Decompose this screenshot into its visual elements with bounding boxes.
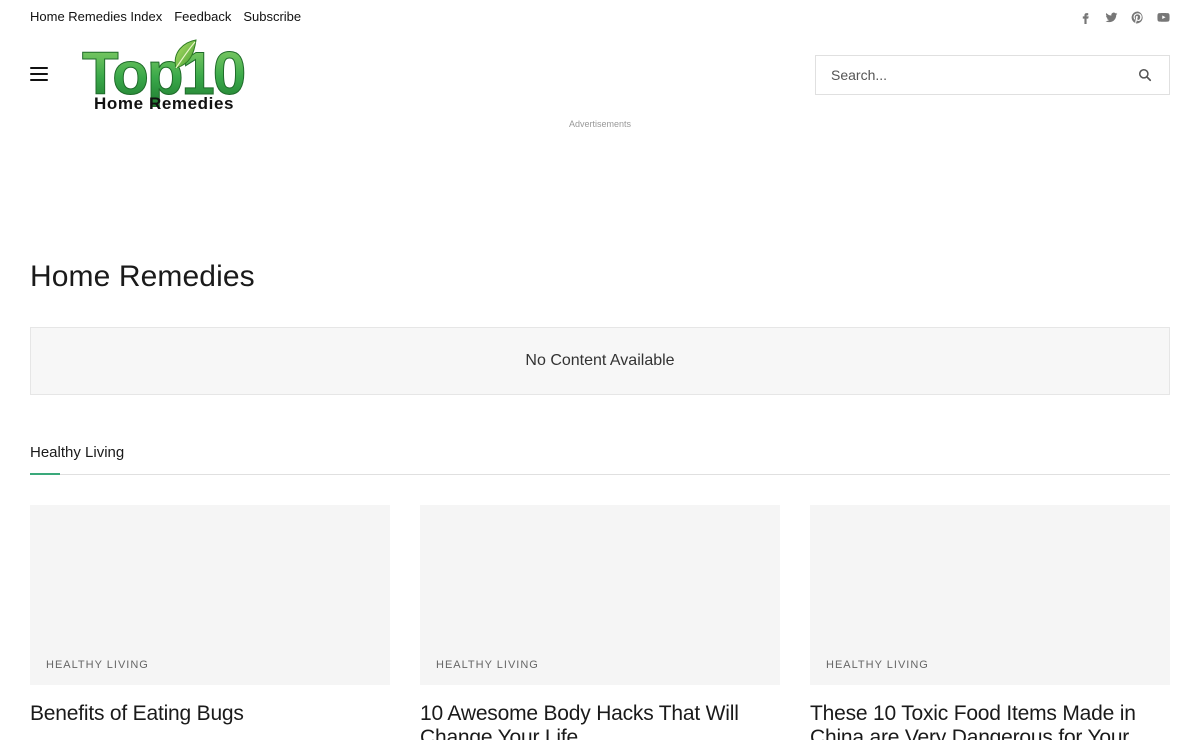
article-card[interactable]: HEALTHY LIVING Benefits of Eating Bugs [30, 505, 390, 740]
section-title[interactable]: Healthy Living [30, 443, 1170, 463]
article-cards: HEALTHY LIVING Benefits of Eating Bugs H… [30, 505, 1170, 740]
menu-hamburger-icon[interactable] [30, 67, 48, 81]
empty-content-box: No Content Available [30, 327, 1170, 395]
hamburger-line [30, 67, 48, 69]
article-category[interactable]: HEALTHY LIVING [436, 659, 539, 671]
article-thumbnail[interactable]: HEALTHY LIVING [30, 505, 390, 685]
social-links [1078, 10, 1170, 24]
logo-home-remedies-text: Home Remedies [94, 94, 234, 113]
article-title[interactable]: 10 Awesome Body Hacks That Will Change Y… [420, 702, 780, 740]
nav-link-home-remedies-index[interactable]: Home Remedies Index [30, 8, 162, 26]
page-title: Home Remedies [30, 260, 255, 293]
nav-link-subscribe[interactable]: Subscribe [243, 8, 301, 26]
hamburger-line [30, 79, 48, 81]
nav-link-feedback[interactable]: Feedback [174, 8, 231, 26]
section-header: Healthy Living [30, 443, 1170, 475]
top-nav: Home Remedies Index Feedback Subscribe [30, 8, 301, 26]
article-card[interactable]: HEALTHY LIVING These 10 Toxic Food Items… [810, 505, 1170, 740]
article-category[interactable]: HEALTHY LIVING [826, 659, 929, 671]
article-title[interactable]: These 10 Toxic Food Items Made in China … [810, 702, 1170, 740]
facebook-icon[interactable] [1078, 10, 1092, 24]
top-bar: Home Remedies Index Feedback Subscribe [30, 8, 1170, 26]
pinterest-icon[interactable] [1130, 10, 1144, 24]
search-icon[interactable] [1121, 56, 1169, 94]
youtube-icon[interactable] [1156, 10, 1170, 24]
empty-message: No Content Available [525, 352, 675, 369]
search-box [815, 55, 1170, 95]
article-title[interactable]: Benefits of Eating Bugs [30, 702, 390, 726]
article-thumbnail[interactable]: HEALTHY LIVING [420, 505, 780, 685]
hamburger-line [30, 73, 48, 75]
article-thumbnail[interactable]: HEALTHY LIVING [810, 505, 1170, 685]
search-input[interactable] [816, 56, 1121, 94]
section-accent-underline [30, 473, 60, 475]
article-card[interactable]: HEALTHY LIVING 10 Awesome Body Hacks Tha… [420, 505, 780, 740]
advertisement-label: Advertisements [568, 119, 632, 129]
twitter-icon[interactable] [1104, 10, 1118, 24]
logo-image: Top10 Home Remedies [82, 39, 247, 113]
article-category[interactable]: HEALTHY LIVING [46, 659, 149, 671]
site-logo[interactable]: Top10 Home Remedies [80, 38, 274, 114]
